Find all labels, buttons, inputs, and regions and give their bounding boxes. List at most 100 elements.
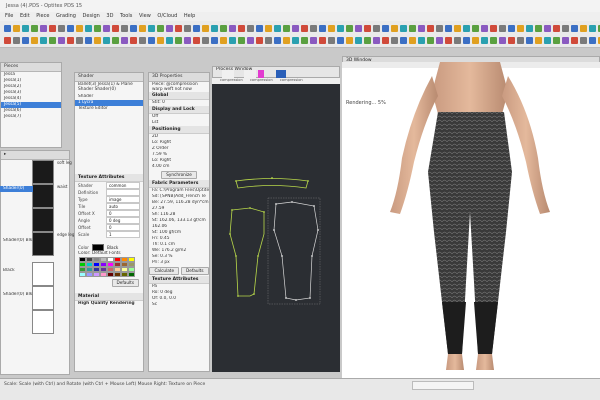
toolbar-tool-icon[interactable] [580, 24, 587, 32]
texture-field-value[interactable] [106, 189, 140, 196]
thumb-white-1[interactable] [32, 262, 54, 286]
texture-field-value[interactable]: 0 deg [106, 217, 140, 224]
defaults-button[interactable]: Defaults [111, 279, 139, 287]
toolbar-tool-icon[interactable] [499, 36, 506, 44]
toolbar-tool-icon[interactable] [103, 24, 110, 32]
process-tab-pink[interactable] [258, 70, 264, 78]
toolbar-tool-icon[interactable] [202, 36, 209, 44]
toolbar-tool-icon[interactable] [211, 36, 218, 44]
menu-help[interactable]: Help [184, 12, 195, 21]
palette-swatch[interactable] [93, 272, 100, 277]
toolbar-tool-icon[interactable] [571, 24, 578, 32]
toolbar-tool-icon[interactable] [292, 24, 299, 32]
toolbar-tool-icon[interactable] [76, 36, 83, 44]
toolbar-tool-icon[interactable] [148, 36, 155, 44]
menu-3d[interactable]: 3D [106, 12, 113, 21]
toolbar-tool-icon[interactable] [553, 24, 560, 32]
palette-swatch[interactable] [107, 272, 114, 277]
thumb-leg-black[interactable] [32, 160, 54, 184]
toolbar-tool-icon[interactable] [292, 36, 299, 44]
toolbar-tool-icon[interactable] [94, 24, 101, 32]
toolbar-tool-icon[interactable] [274, 24, 281, 32]
toolbar-tool-icon[interactable] [427, 24, 434, 32]
toolbar-tool-icon[interactable] [400, 24, 407, 32]
toolbar-tool-icon[interactable] [202, 24, 209, 32]
toolbar-tool-icon[interactable] [184, 24, 191, 32]
shader-item[interactable]: Shader(0) Blk [0, 238, 33, 244]
toolbar-tool-icon[interactable] [400, 36, 407, 44]
toolbar-tool-icon[interactable] [157, 24, 164, 32]
toolbar-tool-icon[interactable] [499, 24, 506, 32]
toolbar-tool-icon[interactable] [481, 36, 488, 44]
toolbar-tool-icon[interactable] [418, 36, 425, 44]
toolbar-tool-icon[interactable] [490, 24, 497, 32]
toolbar-tool-icon[interactable] [49, 24, 56, 32]
toolbar-tool-icon[interactable] [337, 36, 344, 44]
toolbar-tool-icon[interactable] [382, 36, 389, 44]
toolbar-tool-icon[interactable] [481, 24, 488, 32]
toolbar-tool-icon[interactable] [409, 24, 416, 32]
process-tab-active[interactable] [276, 70, 286, 78]
toolbar-tool-icon[interactable] [517, 24, 524, 32]
toolbar-tool-icon[interactable] [319, 24, 326, 32]
toolbar-tool-icon[interactable] [238, 36, 245, 44]
toolbar-tool-icon[interactable] [112, 36, 119, 44]
toolbar-tool-icon[interactable] [409, 36, 416, 44]
toolbar-tool-icon[interactable] [427, 36, 434, 44]
toolbar-tool-icon[interactable] [589, 36, 596, 44]
menu-grading[interactable]: Grading [56, 12, 76, 21]
toolbar-tool-icon[interactable] [544, 36, 551, 44]
toolbar-tool-icon[interactable] [490, 36, 497, 44]
toolbar-tool-icon[interactable] [265, 36, 272, 44]
process-tab-label[interactable]: compression [220, 78, 243, 82]
menu-file[interactable]: File [5, 12, 13, 21]
toolbar-tool-icon[interactable] [130, 24, 137, 32]
thumb-waist-black[interactable] [32, 184, 54, 208]
texture-field-value[interactable]: 0 [106, 224, 140, 231]
toolbar-tool-icon[interactable] [166, 24, 173, 32]
toolbar-tool-icon[interactable] [337, 24, 344, 32]
toolbar-tool-icon[interactable] [283, 24, 290, 32]
thumb-edge-leg[interactable] [32, 232, 54, 256]
toolbar-tool-icon[interactable] [4, 24, 11, 32]
toolbar-tool-icon[interactable] [364, 36, 371, 44]
toolbar-tool-icon[interactable] [301, 24, 308, 32]
toolbar-tool-icon[interactable] [85, 24, 92, 32]
property-section-header[interactable]: Display and Lock [149, 106, 209, 114]
toolbar-tool-icon[interactable] [4, 36, 11, 44]
toolbar-tool-icon[interactable] [139, 24, 146, 32]
front-leg-piece[interactable] [229, 207, 265, 297]
toolbar-tool-icon[interactable] [328, 24, 335, 32]
toolbar-tool-icon[interactable] [562, 36, 569, 44]
toolbar-tool-icon[interactable] [85, 36, 92, 44]
toolbar-tool-icon[interactable] [121, 36, 128, 44]
toolbar-tool-icon[interactable] [58, 36, 65, 44]
toolbar-tool-icon[interactable] [220, 36, 227, 44]
toolbar-tool-icon[interactable] [211, 24, 218, 32]
toolbar-tool-icon[interactable] [364, 24, 371, 32]
toolbar-tool-icon[interactable] [40, 24, 47, 32]
toolbar-tool-icon[interactable] [562, 24, 569, 32]
toolbar-tool-icon[interactable] [454, 24, 461, 32]
thumb-edge-black[interactable] [32, 208, 54, 232]
toolbar-tool-icon[interactable] [121, 24, 128, 32]
toolbar-tool-icon[interactable] [283, 36, 290, 44]
toolbar-tool-icon[interactable] [67, 24, 74, 32]
toolbar-tool-icon[interactable] [535, 24, 542, 32]
toolbar-tool-icon[interactable] [103, 36, 110, 44]
toolbar-tool-icon[interactable] [472, 36, 479, 44]
toolbar-tool-icon[interactable] [13, 24, 20, 32]
texture-field-value[interactable]: common [106, 182, 140, 189]
toolbar-tool-icon[interactable] [247, 36, 254, 44]
menu-edit[interactable]: Edit [20, 12, 30, 21]
toolbar-tool-icon[interactable] [310, 24, 317, 32]
toolbar-tool-icon[interactable] [445, 36, 452, 44]
toolbar-tool-icon[interactable] [553, 36, 560, 44]
toolbar-tool-icon[interactable] [67, 36, 74, 44]
toolbar-tool-icon[interactable] [139, 36, 146, 44]
toolbar-tool-icon[interactable] [76, 24, 83, 32]
property-section-header[interactable]: Positioning [149, 126, 209, 134]
toolbar-tool-icon[interactable] [265, 24, 272, 32]
menu-design[interactable]: Design [83, 12, 100, 21]
synchronize-button[interactable]: Synchronize [161, 171, 197, 179]
